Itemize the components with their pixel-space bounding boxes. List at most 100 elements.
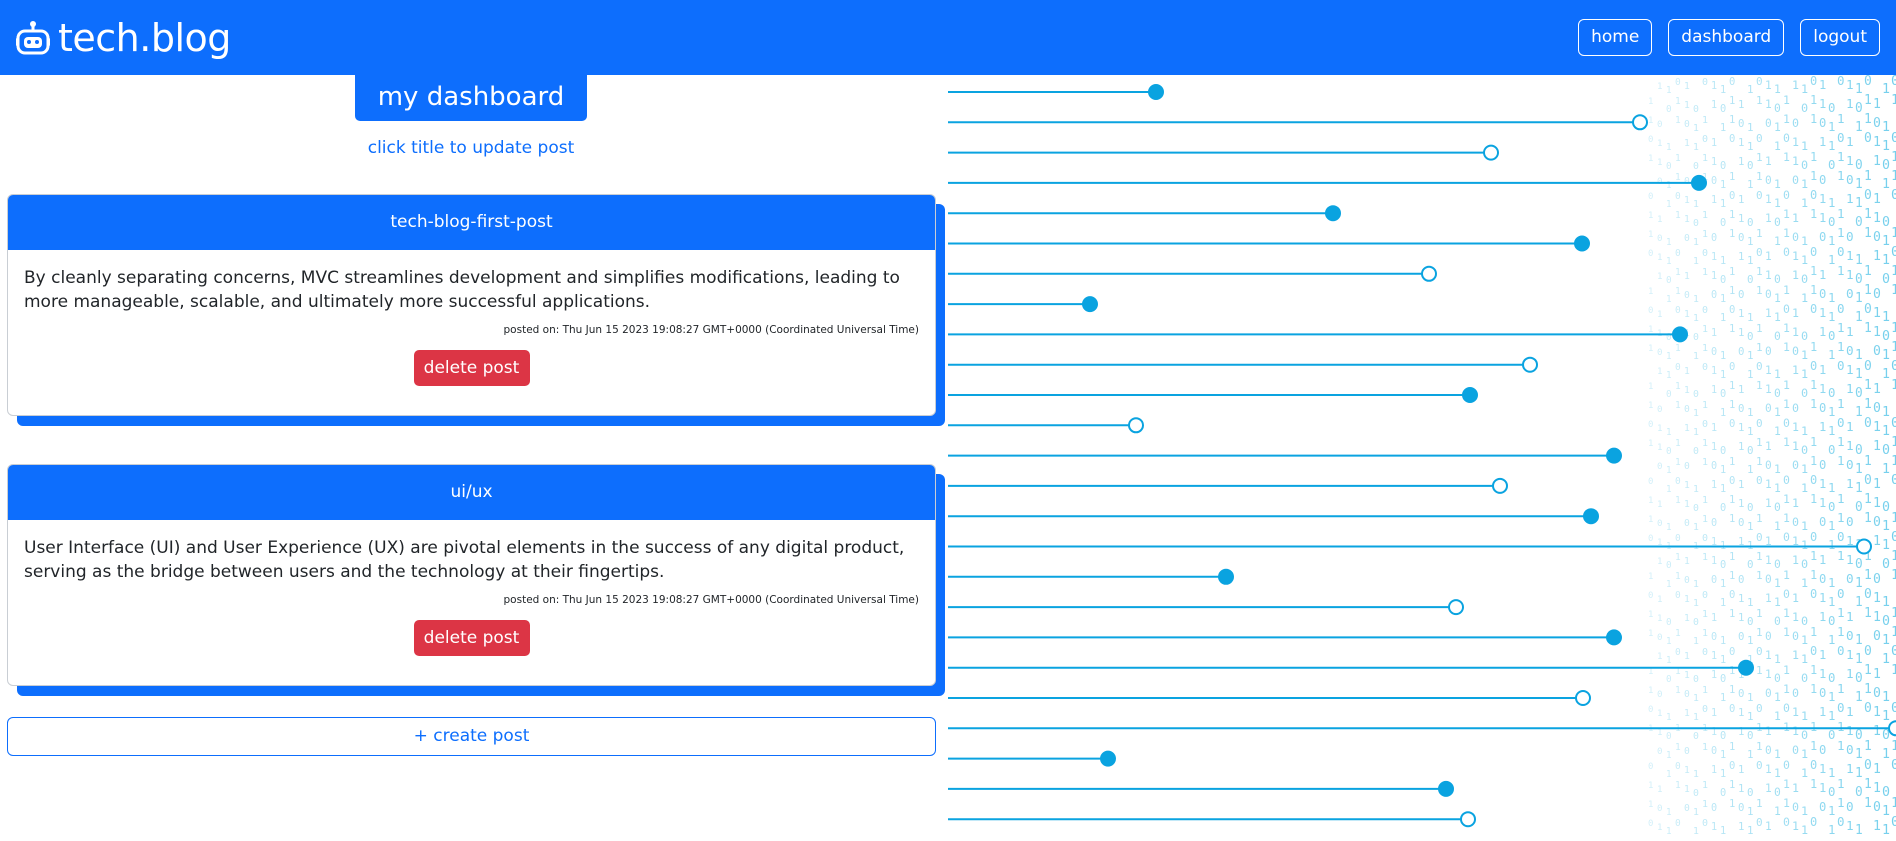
binary-digit: 0 xyxy=(1783,131,1790,145)
logout-button[interactable]: logout xyxy=(1800,19,1880,56)
binary-digit: 1 xyxy=(1675,267,1681,278)
binary-digit: 0 xyxy=(1882,215,1890,230)
delete-post-button[interactable]: delete post xyxy=(413,620,530,656)
binary-digit: 1 xyxy=(1720,578,1726,590)
binary-digit: 1 xyxy=(1747,596,1754,609)
binary-digit: 1 xyxy=(1693,142,1699,153)
post-title[interactable]: tech-blog-first-post xyxy=(8,195,935,250)
binary-digit: 0 xyxy=(1711,290,1717,301)
binary-digit: 1 xyxy=(1828,310,1835,324)
binary-digit: 1 xyxy=(1792,78,1799,92)
binary-digit: 1 xyxy=(1666,712,1672,723)
binary-digit: 0 xyxy=(1810,188,1817,202)
binary-digit: 1 xyxy=(1891,548,1896,564)
binary-digit: 0 xyxy=(1747,786,1754,799)
binary-digit: 0 xyxy=(1765,345,1772,358)
binary-digit: 0 xyxy=(1765,687,1772,700)
binary-digit: 0 xyxy=(1693,503,1699,514)
home-button[interactable]: home xyxy=(1578,19,1653,56)
binary-digit: 1 xyxy=(1666,769,1672,780)
binary-digit: 0 xyxy=(1702,77,1708,88)
binary-digit: 1 xyxy=(1657,651,1663,662)
binary-digit: 1 xyxy=(1675,742,1681,753)
binary-digit: 1 xyxy=(1738,212,1744,225)
binary-digit: 1 xyxy=(1738,592,1744,605)
binary-digit: 0 xyxy=(1801,614,1808,628)
binary-digit: 1 xyxy=(1873,325,1881,340)
binary-digit: 1 xyxy=(1819,211,1826,225)
binary-digit: 1 xyxy=(1855,253,1863,268)
binary-digit: 1 xyxy=(1756,341,1763,354)
binary-digit: 1 xyxy=(1846,267,1854,282)
binary-digit: 1 xyxy=(1729,779,1735,791)
binary-digit: 0 xyxy=(1792,800,1799,814)
binary-digit: 1 xyxy=(1774,747,1781,761)
binary-digit: 1 xyxy=(1720,255,1726,267)
binary-digit: 1 xyxy=(1774,405,1781,419)
binary-digit: 1 xyxy=(1810,720,1817,734)
decorative-lines-graphic: 1101011010111101011010111101011010110101… xyxy=(948,73,1896,838)
binary-digit: 1 xyxy=(1657,594,1663,605)
binary-digit: 1 xyxy=(1882,348,1890,363)
binary-digit: 0 xyxy=(1873,515,1881,530)
binary-digit: 1 xyxy=(1756,607,1763,620)
binary-digit: 1 xyxy=(1729,209,1735,221)
binary-digit: 0 xyxy=(1792,458,1799,472)
binary-digit: 0 xyxy=(1729,589,1735,601)
binary-digit: 0 xyxy=(1801,329,1808,343)
binary-digit: 1 xyxy=(1747,520,1754,533)
binary-digit: 1 xyxy=(1855,690,1863,705)
binary-digit: 0 xyxy=(1657,461,1663,472)
binary-digit: 1 xyxy=(1765,763,1772,776)
binary-digit: 1 xyxy=(1819,496,1826,510)
binary-digit: 0 xyxy=(1846,742,1854,757)
binary-digit: 1 xyxy=(1855,82,1863,97)
binary-digit: 1 xyxy=(1891,567,1896,583)
binary-digit: 1 xyxy=(1765,668,1772,681)
brand[interactable]: tech.blog xyxy=(16,16,231,60)
binary-digit: 1 xyxy=(1855,367,1863,382)
binary-digit: 1 xyxy=(1738,706,1744,719)
binary-digit: 1 xyxy=(1666,142,1672,153)
binary-digit: 1 xyxy=(1684,271,1690,282)
binary-digit: 0 xyxy=(1864,473,1872,488)
binary-digit: 1 xyxy=(1801,291,1808,305)
binary-digit: 0 xyxy=(1648,249,1653,259)
binary-digit: 1 xyxy=(1756,626,1763,639)
binary-digit: 1 xyxy=(1882,690,1890,705)
create-post-button[interactable]: + create post xyxy=(7,717,936,756)
binary-digit: 1 xyxy=(1648,230,1653,240)
binary-digit: 1 xyxy=(1774,367,1781,381)
binary-digit: 1 xyxy=(1756,284,1763,297)
binary-digit: 0 xyxy=(1837,130,1845,145)
binary-digit: 0 xyxy=(1675,476,1681,487)
binary-digit: 0 xyxy=(1837,358,1845,373)
binary-digit: 0 xyxy=(1819,230,1826,244)
binary-digit: 1 xyxy=(1855,576,1863,591)
decor-dot xyxy=(1462,387,1478,403)
dashboard-button[interactable]: dashboard xyxy=(1668,19,1785,56)
binary-digit: 1 xyxy=(1873,306,1881,321)
binary-digit: 1 xyxy=(1792,211,1799,225)
binary-digit: 0 xyxy=(1729,190,1735,202)
binary-digit: 1 xyxy=(1846,647,1854,662)
binary-digit: 1 xyxy=(1891,377,1896,393)
binary-digit: 1 xyxy=(1657,442,1663,453)
binary-digit: 1 xyxy=(1828,538,1835,552)
binary-digit: 1 xyxy=(1720,198,1726,210)
binary-digit: 1 xyxy=(1828,234,1835,248)
binary-digit: 1 xyxy=(1729,380,1735,392)
binary-digit: 0 xyxy=(1810,758,1817,772)
binary-digit: 1 xyxy=(1792,325,1799,339)
binary-digit: 0 xyxy=(1819,173,1826,187)
binary-digit: 1 xyxy=(1756,569,1763,582)
binary-digit: 0 xyxy=(1666,104,1672,115)
binary-digit: 1 xyxy=(1657,81,1663,92)
binary-digit: 1 xyxy=(1873,819,1881,834)
binary-digit: 1 xyxy=(1819,591,1826,605)
binary-digit: 1 xyxy=(1828,196,1835,210)
delete-post-button[interactable]: delete post xyxy=(413,350,530,386)
post-title[interactable]: ui/ux xyxy=(8,465,935,520)
binary-digit: 1 xyxy=(1711,138,1717,149)
binary-digit: 0 xyxy=(1783,701,1790,715)
